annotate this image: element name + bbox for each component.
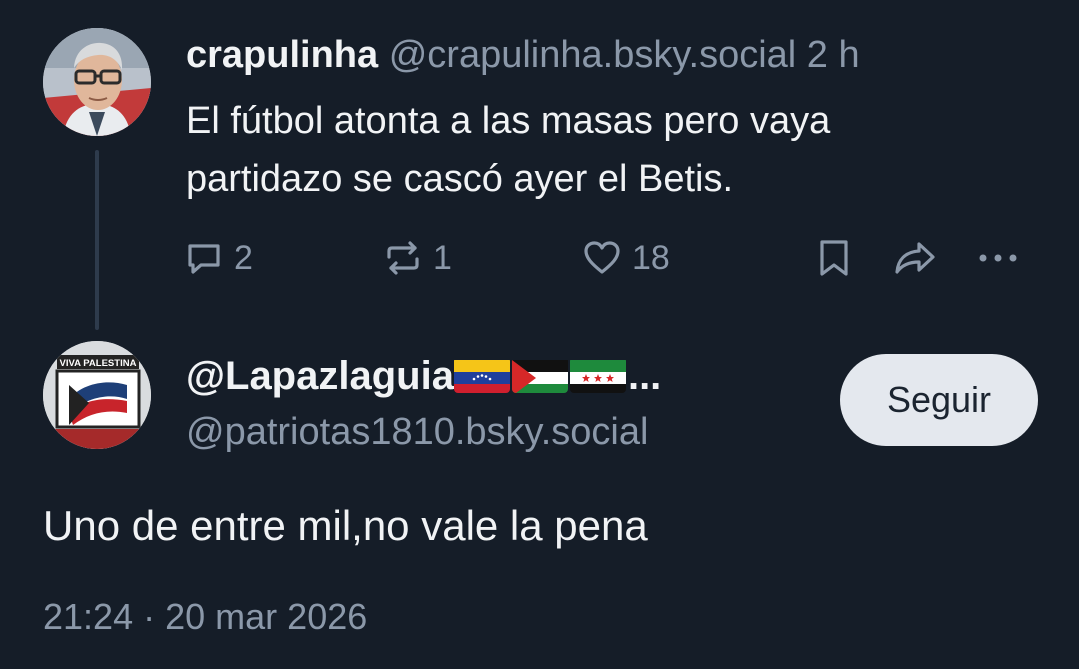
- more-options-button[interactable]: [976, 236, 1020, 280]
- author-avatar[interactable]: [43, 28, 151, 136]
- like-button[interactable]: 18: [582, 236, 670, 280]
- like-count: 18: [632, 238, 670, 277]
- avatar-badge-text: VIVA PALESTINA: [60, 358, 137, 369]
- reply-post-text: Uno de entre mil,no vale la pena: [43, 502, 648, 549]
- parent-post-text: El fútbol atonta a las masas pero vaya p…: [186, 92, 1046, 208]
- share-button[interactable]: [893, 236, 937, 280]
- syria-flag-icon: [569, 357, 626, 393]
- reply-author-display-name[interactable]: @Lapazlaguia ...: [186, 350, 661, 402]
- reply-post-meta: 21:24 · 20 mar 2026: [43, 594, 367, 640]
- palestine-flag-icon: [511, 357, 568, 393]
- reply-icon: [184, 238, 224, 278]
- bookmark-icon: [814, 238, 854, 278]
- name-truncation: ...: [627, 354, 662, 398]
- parent-post-text-line: El fútbol atonta a las masas pero vaya: [186, 100, 831, 142]
- reply-button[interactable]: 2: [184, 236, 253, 280]
- reply-display-name-text: @Lapazlaguia: [186, 354, 454, 398]
- like-icon: [582, 238, 622, 278]
- repost-count: 1: [433, 238, 452, 277]
- meta-separator: ·: [143, 596, 156, 637]
- repost-icon: [383, 238, 423, 278]
- post-time[interactable]: 2 h: [807, 34, 860, 76]
- parent-post-text-line: partidazo se cascó ayer el Betis.: [186, 158, 734, 200]
- reply-author-handle[interactable]: @patriotas1810.bsky.social: [186, 407, 648, 457]
- reply-count: 2: [234, 238, 253, 277]
- thread-connector: [95, 150, 99, 330]
- parent-post-header: crapulinha @crapulinha.bsky.social 2 h: [186, 30, 860, 80]
- venezuela-flag-icon: [453, 357, 510, 393]
- post-timestamp: 21:24: [43, 596, 134, 637]
- author-handle[interactable]: @crapulinha.bsky.social: [389, 34, 797, 76]
- post-date: 20 mar 2026: [165, 596, 368, 637]
- share-icon: [893, 238, 937, 278]
- author-display-name[interactable]: crapulinha: [186, 34, 378, 76]
- follow-button[interactable]: Seguir: [840, 354, 1038, 446]
- post-thread: crapulinha @crapulinha.bsky.social 2 h E…: [0, 0, 1079, 669]
- more-icon: [976, 238, 1020, 278]
- repost-button[interactable]: 1: [383, 236, 452, 280]
- bookmark-button[interactable]: [814, 236, 854, 280]
- reply-author-avatar[interactable]: VIVA PALESTINA: [43, 341, 151, 449]
